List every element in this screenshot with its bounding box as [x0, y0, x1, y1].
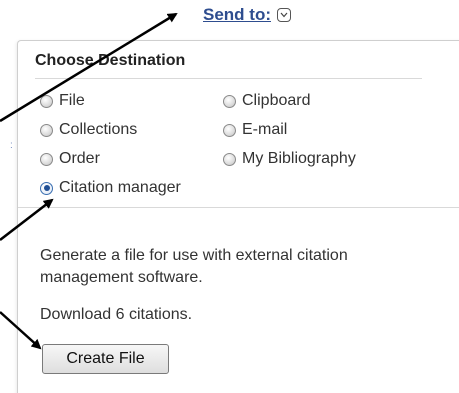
- radio-option-citation-manager[interactable]: Citation manager: [40, 179, 181, 197]
- radio-option-collections[interactable]: Collections: [40, 121, 137, 139]
- send-to-control[interactable]: Send to:: [203, 4, 291, 26]
- radio-button[interactable]: [40, 152, 53, 166]
- chevron-down-glyph: [280, 12, 288, 18]
- edge-mark: :: [10, 140, 13, 151]
- radio-dot: [43, 185, 50, 191]
- send-to-link[interactable]: Send to:: [203, 5, 271, 25]
- radio-button-selected[interactable]: [40, 181, 53, 195]
- radio-option-clipboard[interactable]: Clipboard: [223, 92, 310, 110]
- radio-button[interactable]: [223, 152, 236, 166]
- chevron-down-icon[interactable]: [277, 8, 291, 22]
- radio-label: Collections: [59, 121, 138, 138]
- panel-title: Choose Destination: [35, 52, 186, 69]
- citation-description: Generate a file for use with external ci…: [40, 247, 348, 286]
- radio-button[interactable]: [223, 94, 236, 108]
- choose-destination-panel: Choose Destination File Clipboard Collec…: [17, 40, 459, 393]
- radio-option-file[interactable]: File: [40, 92, 85, 110]
- radio-label: Clipboard: [242, 92, 311, 109]
- radio-option-email[interactable]: E-mail: [223, 121, 287, 139]
- radio-button[interactable]: [223, 123, 236, 137]
- radio-label: File: [59, 92, 85, 109]
- radio-option-order[interactable]: Order: [40, 150, 100, 168]
- radio-label: E-mail: [242, 121, 288, 138]
- radio-label: Order: [59, 150, 100, 167]
- screenshot-stage: Send to: : Choose Destination File Clipb…: [0, 0, 459, 393]
- download-count-text: Download 6 citations.: [40, 306, 193, 323]
- radio-option-my-bibliography[interactable]: My Bibliography: [223, 150, 356, 168]
- title-divider: [35, 78, 422, 79]
- radio-label: Citation manager: [59, 179, 181, 196]
- radio-button[interactable]: [40, 123, 53, 137]
- create-file-button[interactable]: Create File: [42, 344, 169, 374]
- section-divider: [18, 207, 459, 208]
- radio-button[interactable]: [40, 94, 53, 108]
- radio-label: My Bibliography: [242, 150, 356, 167]
